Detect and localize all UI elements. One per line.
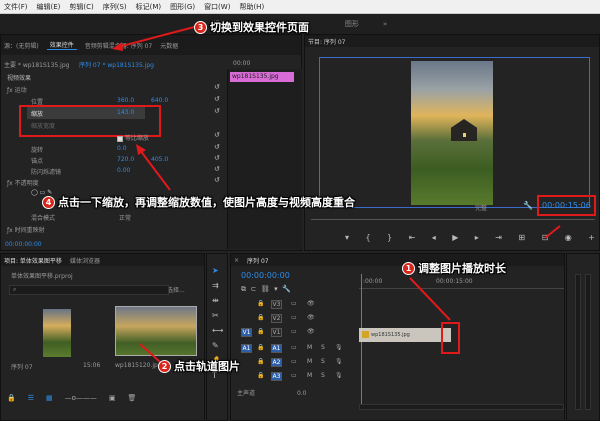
annotation-2: 2 点击轨道图片 <box>158 358 240 374</box>
annotation-1: 1 调整图片播放时长 <box>402 260 506 276</box>
annotation-4-text: 点击一下缩放，再调整缩放数值，使图片高度与视频高度重合 <box>58 196 355 209</box>
annotation-3: 3 切换到效果控件页面 <box>194 19 309 35</box>
annotation-2-number: 2 <box>158 359 171 373</box>
annotation-3-text: 切换到效果控件页面 <box>210 21 309 34</box>
annotation-4: 4 点击一下缩放，再调整缩放数值，使图片高度与视频高度重合 <box>42 194 355 210</box>
annotation-1-number: 1 <box>402 261 415 275</box>
annotation-4-number: 4 <box>42 195 55 209</box>
annotation-arrows <box>112 25 561 363</box>
annotation-2-text: 点击轨道图片 <box>174 360 240 373</box>
annotation-3-number: 3 <box>194 20 207 34</box>
annotation-1-text: 调整图片播放时长 <box>418 262 506 275</box>
